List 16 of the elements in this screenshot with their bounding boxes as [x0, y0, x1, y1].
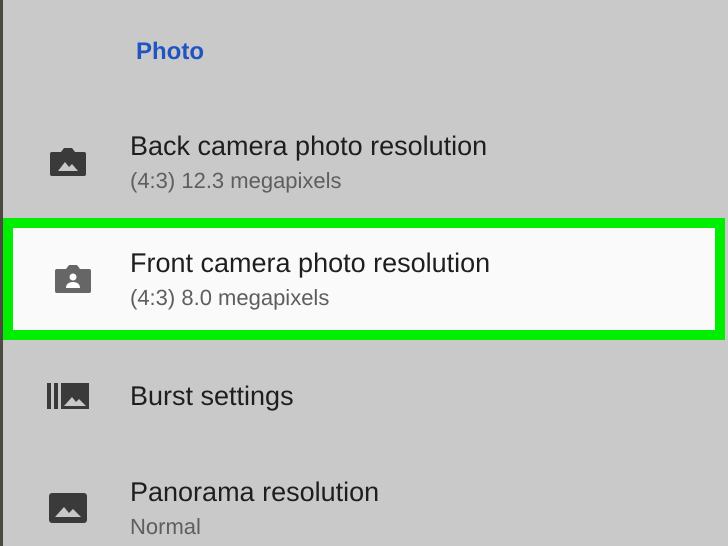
settings-item[interactable]: Panorama resolution Normal — [3, 452, 728, 546]
camera-mountain-icon — [49, 146, 87, 178]
setting-value: (4:3) 8.0 megapixels — [130, 284, 330, 310]
setting-title: Back camera photo resolution — [130, 130, 488, 162]
settings-item[interactable]: Back camera photo resolution (4:3) 12.3 megapixels — [3, 106, 728, 218]
setting-title: Panorama resolution — [130, 476, 380, 508]
burst-images-icon — [47, 382, 89, 410]
section-header: Photo — [136, 38, 204, 66]
settings-item[interactable]: Burst settings — [3, 340, 728, 452]
setting-value: Normal — [130, 514, 202, 540]
settings-item[interactable]: Front camera photo resolution (4:3) 8.0 megapixels — [3, 218, 725, 340]
setting-title: Burst settings — [130, 380, 294, 412]
setting-value: (4:3) 12.3 megapixels — [130, 168, 343, 194]
image-icon — [49, 493, 87, 523]
setting-title: Front camera photo resolution — [130, 248, 490, 278]
camera-person-icon — [54, 263, 92, 295]
